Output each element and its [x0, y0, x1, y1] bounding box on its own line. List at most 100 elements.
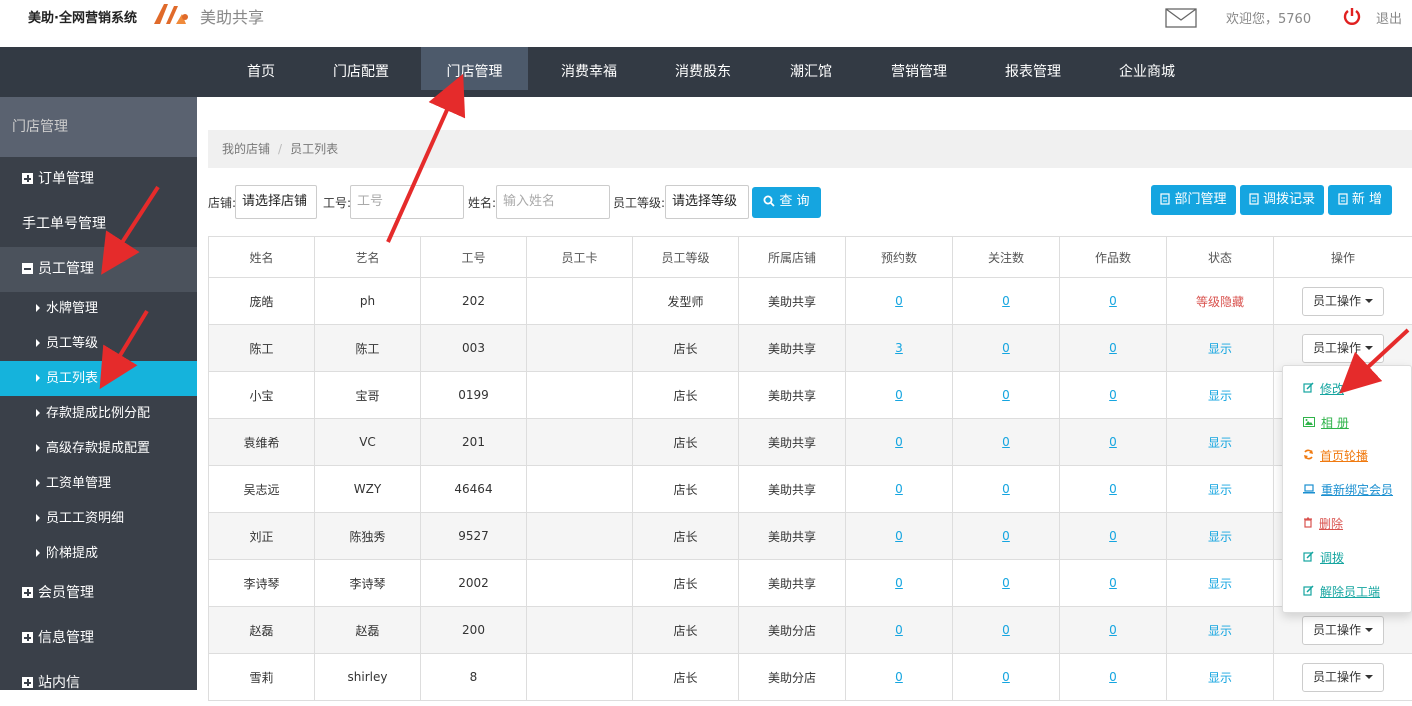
sidebar-sub-payroll[interactable]: 工资单管理	[0, 466, 197, 501]
cell-works-link[interactable]: 0	[1109, 294, 1117, 308]
dropdown-item[interactable]: 修改	[1303, 380, 1344, 397]
nav-chaohuiguan[interactable]: 潮汇馆	[780, 47, 842, 90]
level-select[interactable]: 请选择等级	[665, 185, 749, 219]
dropdown-item[interactable]: 重新绑定会员	[1303, 481, 1393, 498]
cell-bookings-link[interactable]: 0	[895, 482, 903, 496]
table-row: 刘正陈独秀9527店长美助共享000显示	[209, 513, 1412, 560]
nav-home[interactable]: 首页	[232, 47, 290, 90]
breadcrumb-current: 员工列表	[290, 142, 338, 156]
nav-consume-shareholder[interactable]: 消费股东	[664, 47, 742, 90]
sidebar-item-messages[interactable]: 站内信	[0, 661, 197, 706]
sidebar-sub-staff-list[interactable]: 员工列表	[0, 361, 197, 396]
sidebar-sub-salary-detail[interactable]: 员工工资明细	[0, 501, 197, 536]
cell-follows-link[interactable]: 0	[1002, 435, 1010, 449]
caret-down-icon	[1365, 628, 1373, 632]
dropdown-item[interactable]: 解除员工端	[1303, 583, 1380, 600]
sidebar-sub-deposit-commission[interactable]: 存款提成比例分配	[0, 396, 197, 431]
cell-staff-id: 9527	[421, 513, 527, 560]
table-row: 袁维希VC201店长美助共享000显示	[209, 419, 1412, 466]
cell-works-link[interactable]: 0	[1109, 670, 1117, 684]
staff-operation-button[interactable]: 员工操作	[1302, 663, 1384, 692]
dropdown-item[interactable]: 首页轮播	[1303, 447, 1368, 464]
nav-reports[interactable]: 报表管理	[994, 47, 1072, 90]
cell-works-link[interactable]: 0	[1109, 435, 1117, 449]
store-select[interactable]: 请选择店铺	[235, 185, 317, 219]
cell-bookings-link[interactable]: 0	[895, 294, 903, 308]
status-text[interactable]: 显示	[1208, 436, 1232, 450]
staff-operation-button[interactable]: 员工操作	[1302, 334, 1384, 363]
breadcrumb-my-store[interactable]: 我的店铺	[222, 142, 270, 156]
sidebar-sub-waterboard[interactable]: 水牌管理	[0, 291, 197, 326]
staff-operation-button[interactable]: 员工操作	[1302, 287, 1384, 316]
sidebar-sub-staff-level[interactable]: 员工等级	[0, 326, 197, 361]
status-text[interactable]: 显示	[1208, 577, 1232, 591]
status-text[interactable]: 显示	[1208, 389, 1232, 403]
cell-bookings-link[interactable]: 0	[895, 435, 903, 449]
nav-store-config[interactable]: 门店配置	[322, 47, 400, 90]
cell-bookings-link[interactable]: 0	[895, 388, 903, 402]
sidebar-sub-advanced-deposit[interactable]: 高级存款提成配置	[0, 431, 197, 466]
cell-works-link[interactable]: 0	[1109, 623, 1117, 637]
dropdown-item[interactable]: 删除	[1303, 515, 1343, 532]
cell-follows-link[interactable]: 0	[1002, 529, 1010, 543]
sidebar-sub-tiered-commission[interactable]: 阶梯提成	[0, 536, 197, 571]
dropdown-item[interactable]: 相 册	[1303, 414, 1349, 431]
brand-subtitle: 美助共享	[200, 4, 264, 28]
sidebar-item-staff-management[interactable]: 员工管理	[0, 247, 197, 292]
cell-follows-link[interactable]: 0	[1002, 576, 1010, 590]
add-new-button[interactable]: 新 增	[1328, 185, 1392, 215]
cell-works-link[interactable]: 0	[1109, 341, 1117, 355]
nav-enterprise-mall[interactable]: 企业商城	[1108, 47, 1186, 90]
name-input[interactable]: 输入姓名	[496, 185, 610, 219]
cell-bookings-link[interactable]: 0	[895, 670, 903, 684]
staff-operation-button[interactable]: 员工操作	[1302, 616, 1384, 645]
transfer-record-button[interactable]: 调拨记录	[1240, 185, 1324, 215]
nav-marketing[interactable]: 营销管理	[880, 47, 958, 90]
cell-bookings-link[interactable]: 3	[895, 341, 903, 355]
nav-consume-happiness[interactable]: 消费幸福	[550, 47, 628, 90]
cell-works-link[interactable]: 0	[1109, 529, 1117, 543]
cell-status: 显示	[1167, 560, 1274, 607]
cell-follows-link[interactable]: 0	[1002, 482, 1010, 496]
status-text[interactable]: 显示	[1208, 342, 1232, 356]
sidebar-item-info[interactable]: 信息管理	[0, 616, 197, 661]
sidebar: 门店管理 订单管理 手工单号管理 员工管理 水牌管理 员工等级 员工列表 存款提…	[0, 97, 197, 690]
sidebar-sub-label: 工资单管理	[46, 476, 111, 491]
power-icon[interactable]	[1342, 6, 1362, 26]
caret-right-icon	[36, 409, 40, 417]
cell-name: 陈工	[209, 325, 315, 372]
store-label: 店铺:	[208, 194, 236, 211]
sidebar-item-members[interactable]: 会员管理	[0, 571, 197, 616]
cell-bookings-link[interactable]: 0	[895, 529, 903, 543]
cell-follows-link[interactable]: 0	[1002, 388, 1010, 402]
status-text[interactable]: 显示	[1208, 483, 1232, 497]
sidebar-sub-label: 员工工资明细	[46, 511, 124, 526]
brand-name: 美助·全网营销系统	[28, 7, 137, 26]
nav-store-management[interactable]: 门店管理	[421, 47, 528, 90]
cell-works-link[interactable]: 0	[1109, 388, 1117, 402]
status-text[interactable]: 显示	[1208, 671, 1232, 685]
department-management-button[interactable]: 部门管理	[1151, 185, 1236, 215]
cell-follows-link[interactable]: 0	[1002, 341, 1010, 355]
id-input[interactable]: 工号	[350, 185, 464, 219]
status-text[interactable]: 显示	[1208, 624, 1232, 638]
cell-follows-link[interactable]: 0	[1002, 670, 1010, 684]
cell-follows-link[interactable]: 0	[1002, 294, 1010, 308]
cell-works-link[interactable]: 0	[1109, 482, 1117, 496]
logout-link[interactable]: 退出	[1376, 8, 1402, 27]
sidebar-item-orders[interactable]: 订单管理	[0, 157, 197, 202]
mail-icon[interactable]	[1165, 8, 1197, 28]
cell-staff-id: 46464	[421, 466, 527, 513]
status-text[interactable]: 显示	[1208, 530, 1232, 544]
sidebar-item-label: 员工管理	[38, 261, 94, 277]
cell-bookings-link[interactable]: 0	[895, 623, 903, 637]
cell-follows-link[interactable]: 0	[1002, 623, 1010, 637]
search-button[interactable]: 查 询	[752, 187, 821, 218]
cell-stage-name: 陈独秀	[315, 513, 421, 560]
cell-works: 0	[1060, 560, 1167, 607]
cell-works-link[interactable]: 0	[1109, 576, 1117, 590]
sidebar-item-manual-order-no[interactable]: 手工单号管理	[0, 202, 197, 247]
cell-works: 0	[1060, 419, 1167, 466]
cell-bookings-link[interactable]: 0	[895, 576, 903, 590]
dropdown-item[interactable]: 调拨	[1303, 549, 1344, 566]
